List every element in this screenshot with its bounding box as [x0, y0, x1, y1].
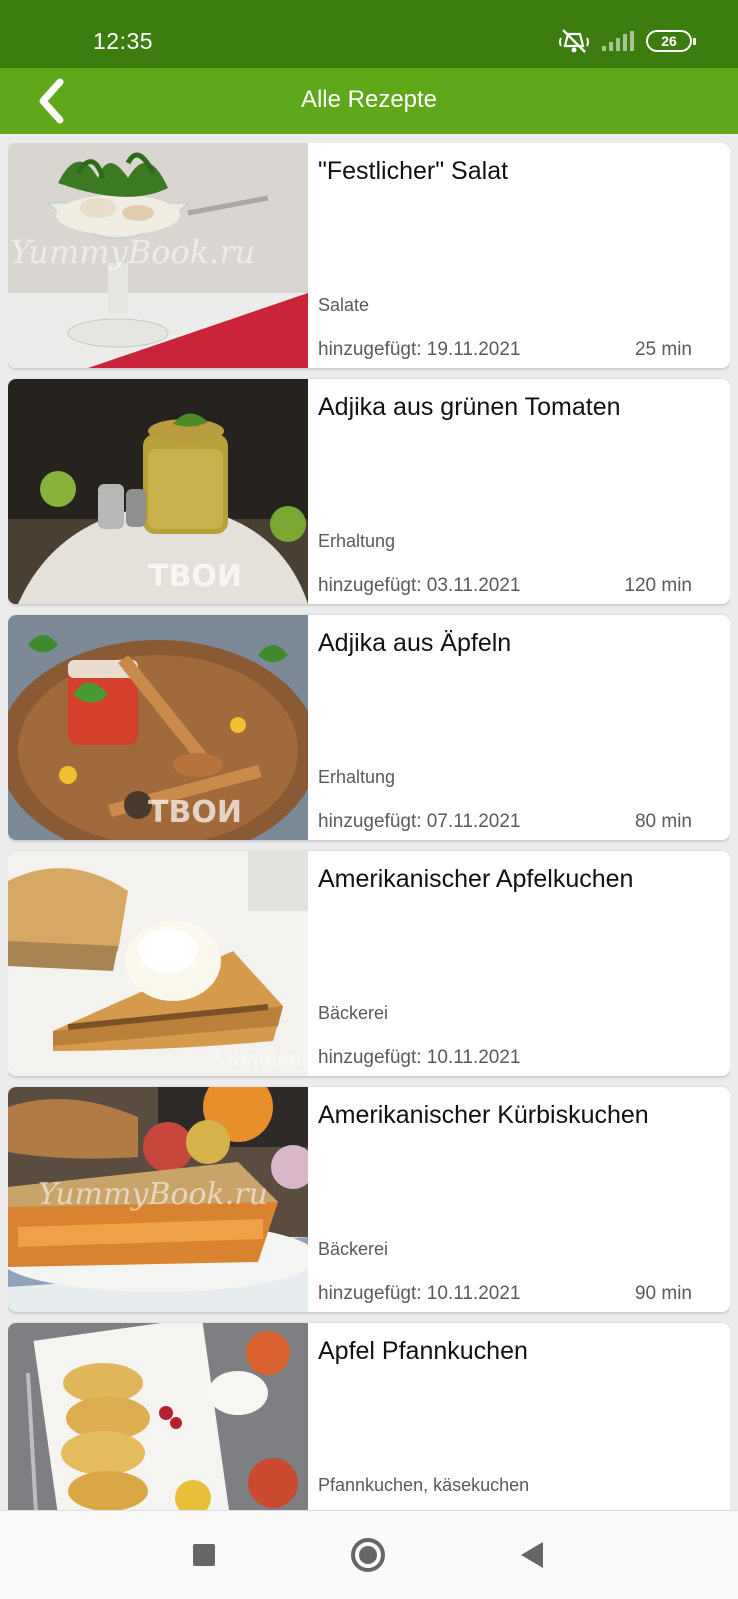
- image-watermark: ТВОИ: [148, 795, 242, 830]
- recipe-date: hinzugefügt: 03.11.2021: [318, 575, 521, 596]
- recipe-title: "Festlicher" Salat: [318, 157, 509, 185]
- recipe-category: Erhaltung: [318, 531, 396, 551]
- recipe-category: Salate: [318, 295, 370, 315]
- status-time: 12:35: [93, 28, 154, 54]
- recipe-title: Amerikanischer Apfelkuchen: [318, 865, 634, 893]
- back-icon[interactable]: [521, 1542, 543, 1568]
- recipe-date: hinzugefügt: 10.11.2021: [318, 1047, 521, 1068]
- recipe-title: Amerikanischer Kürbiskuchen: [318, 1101, 649, 1129]
- recipe-date: hinzugefügt: 10.11.2021: [318, 1283, 521, 1304]
- signal-icon: [602, 31, 634, 51]
- recipe-duration: 80 min: [634, 811, 692, 832]
- recipe-duration: 90 min: [634, 1283, 692, 1304]
- battery-level: 26: [661, 33, 677, 49]
- recipe-image: YummyBook.ru: [8, 143, 308, 368]
- status-icons: 26: [558, 28, 696, 54]
- recipe-card[interactable]: YummyBook.ru "Festlicher" Salat Salate h…: [8, 143, 730, 368]
- recipe-title: Adjika aus Äpfeln: [318, 629, 512, 657]
- recipe-image: ТВОИ: [8, 379, 308, 604]
- recipe-category: Erhaltung: [318, 767, 396, 787]
- recipe-category: Pfannkuchen, käsekuchen: [318, 1475, 530, 1495]
- image-watermark: ТВОИ: [148, 559, 242, 594]
- recipe-image: Kamelena: [8, 851, 308, 1076]
- image-watermark: YummyBook.ru: [10, 233, 256, 271]
- recipe-card[interactable]: YummyBook.ru Amerikanischer Kürbiskuchen…: [8, 1087, 730, 1312]
- image-watermark: Kamelena: [213, 1046, 308, 1070]
- system-nav-bar: [0, 1510, 738, 1599]
- recipe-date: hinzugefügt: 07.11.2021: [318, 811, 521, 832]
- recipe-date: hinzugefügt: 19.11.2021: [318, 339, 521, 360]
- home-icon[interactable]: [351, 1538, 385, 1572]
- recents-icon[interactable]: [193, 1544, 215, 1566]
- recipe-duration: 25 min: [634, 339, 692, 360]
- battery-icon: 26: [646, 30, 696, 52]
- app-bar: Alle Rezepte: [0, 68, 738, 134]
- recipe-image: [8, 1323, 308, 1510]
- recipe-image: ТВОИ: [8, 615, 308, 840]
- status-bar: 12:35 26: [0, 0, 738, 68]
- recipe-card[interactable]: ТВОИ Adjika aus grünen Tomaten Erhaltung…: [8, 379, 730, 604]
- mute-icon: [559, 29, 589, 53]
- recipe-image: YummyBook.ru: [8, 1087, 308, 1312]
- recipe-title: Adjika aus grünen Tomaten: [318, 393, 621, 421]
- recipe-card[interactable]: Apfel Pfannkuchen Pfannkuchen, käsekuche…: [8, 1323, 730, 1510]
- recipe-card[interactable]: Kamelena Amerikanischer Apfelkuchen Bäck…: [8, 851, 730, 1076]
- image-watermark: YummyBook.ru: [38, 1177, 268, 1212]
- recipe-category: Bäckerei: [318, 1239, 389, 1259]
- recipe-duration: 120 min: [624, 575, 692, 596]
- recipe-category: Bäckerei: [318, 1003, 389, 1023]
- recipe-list: YummyBook.ru "Festlicher" Salat Salate h…: [8, 143, 730, 1510]
- recipe-title: Apfel Pfannkuchen: [318, 1337, 528, 1365]
- recipe-card[interactable]: ТВОИ Adjika aus Äpfeln Erhaltung hinzuge…: [8, 615, 730, 840]
- page-title: Alle Rezepte: [300, 86, 438, 113]
